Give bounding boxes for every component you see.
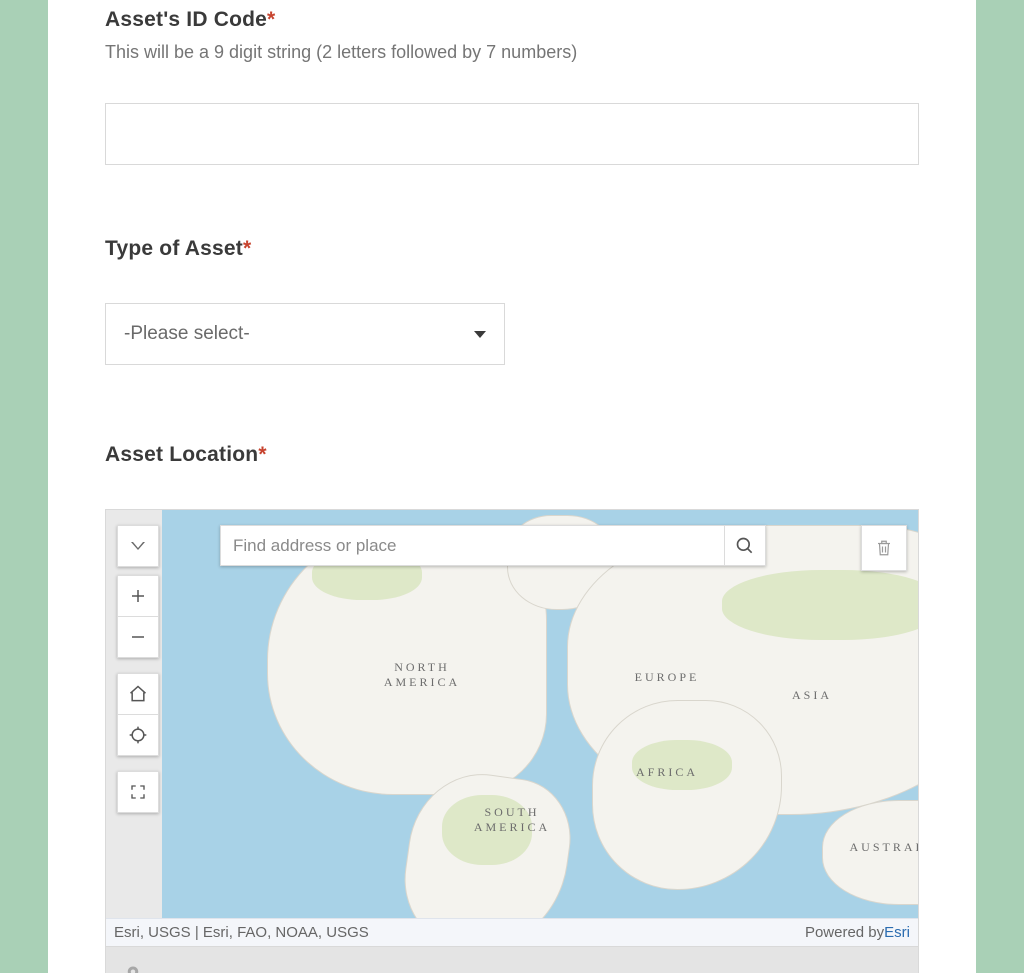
map-zoom-controls xyxy=(117,575,159,658)
asset-type-label: Type of Asset* xyxy=(105,237,919,261)
plus-icon xyxy=(129,587,147,605)
map-home-button[interactable] xyxy=(117,673,159,715)
label-text: Asset's ID Code xyxy=(105,8,267,31)
landmass xyxy=(822,800,919,905)
map-search xyxy=(220,525,766,566)
asset-type-field: Type of Asset* -Please select- xyxy=(105,237,919,365)
vegetation xyxy=(722,570,919,640)
home-icon xyxy=(128,684,148,704)
label-text: Type of Asset xyxy=(105,237,243,260)
map-clear-button[interactable] xyxy=(861,525,907,571)
map-search-button[interactable] xyxy=(724,525,766,566)
map-fullscreen-controls xyxy=(117,771,159,813)
asset-id-hint: This will be a 9 digit string (2 letters… xyxy=(105,42,919,63)
map-nav-controls xyxy=(117,673,159,756)
label-text: Asset Location xyxy=(105,443,258,466)
asset-type-select[interactable]: -Please select- xyxy=(105,303,505,365)
esri-link[interactable]: Esri xyxy=(884,924,910,941)
fullscreen-icon xyxy=(129,783,147,801)
asset-type-placeholder: -Please select- xyxy=(124,323,474,345)
asset-id-field: Asset's ID Code* This will be a 9 digit … xyxy=(105,8,919,165)
required-mark: * xyxy=(258,443,266,466)
asset-location-label: Asset Location* xyxy=(105,443,919,467)
pin-icon xyxy=(124,963,142,973)
asset-id-input[interactable] xyxy=(105,103,919,165)
map-canvas[interactable]: NORTH AMERICA SOUTH AMERICA EUROPE AFRIC… xyxy=(162,510,918,918)
asset-location-field: Asset Location* NORTH AMERICA SOUTH xyxy=(105,443,919,973)
map-attribution: Esri, USGS | Esri, FAO, NOAA, USGS Power… xyxy=(106,918,918,946)
minus-icon xyxy=(129,628,147,646)
map-attribution-left: Esri, USGS | Esri, FAO, NOAA, USGS xyxy=(114,924,369,941)
map-search-input[interactable] xyxy=(220,525,724,566)
map-frame: NORTH AMERICA SOUTH AMERICA EUROPE AFRIC… xyxy=(105,509,919,947)
vegetation xyxy=(442,795,532,865)
chevron-down-icon xyxy=(474,331,486,338)
vegetation xyxy=(632,740,732,790)
chevron-down-outline-icon xyxy=(131,542,145,550)
map-search-mode-button[interactable] xyxy=(117,525,159,567)
zoom-in-button[interactable] xyxy=(117,575,159,617)
required-mark: * xyxy=(267,8,275,31)
map-fullscreen-button[interactable] xyxy=(117,771,159,813)
asset-id-label: Asset's ID Code* xyxy=(105,8,919,32)
trash-icon xyxy=(875,538,893,558)
landmass xyxy=(592,700,782,890)
required-mark: * xyxy=(243,237,251,260)
map-attribution-right-prefix: Powered by xyxy=(805,924,884,941)
map-locate-button[interactable] xyxy=(117,714,159,756)
locate-icon xyxy=(128,725,148,745)
map-coordinate-bar xyxy=(105,947,919,973)
search-icon xyxy=(735,536,755,556)
zoom-out-button[interactable] xyxy=(117,616,159,658)
